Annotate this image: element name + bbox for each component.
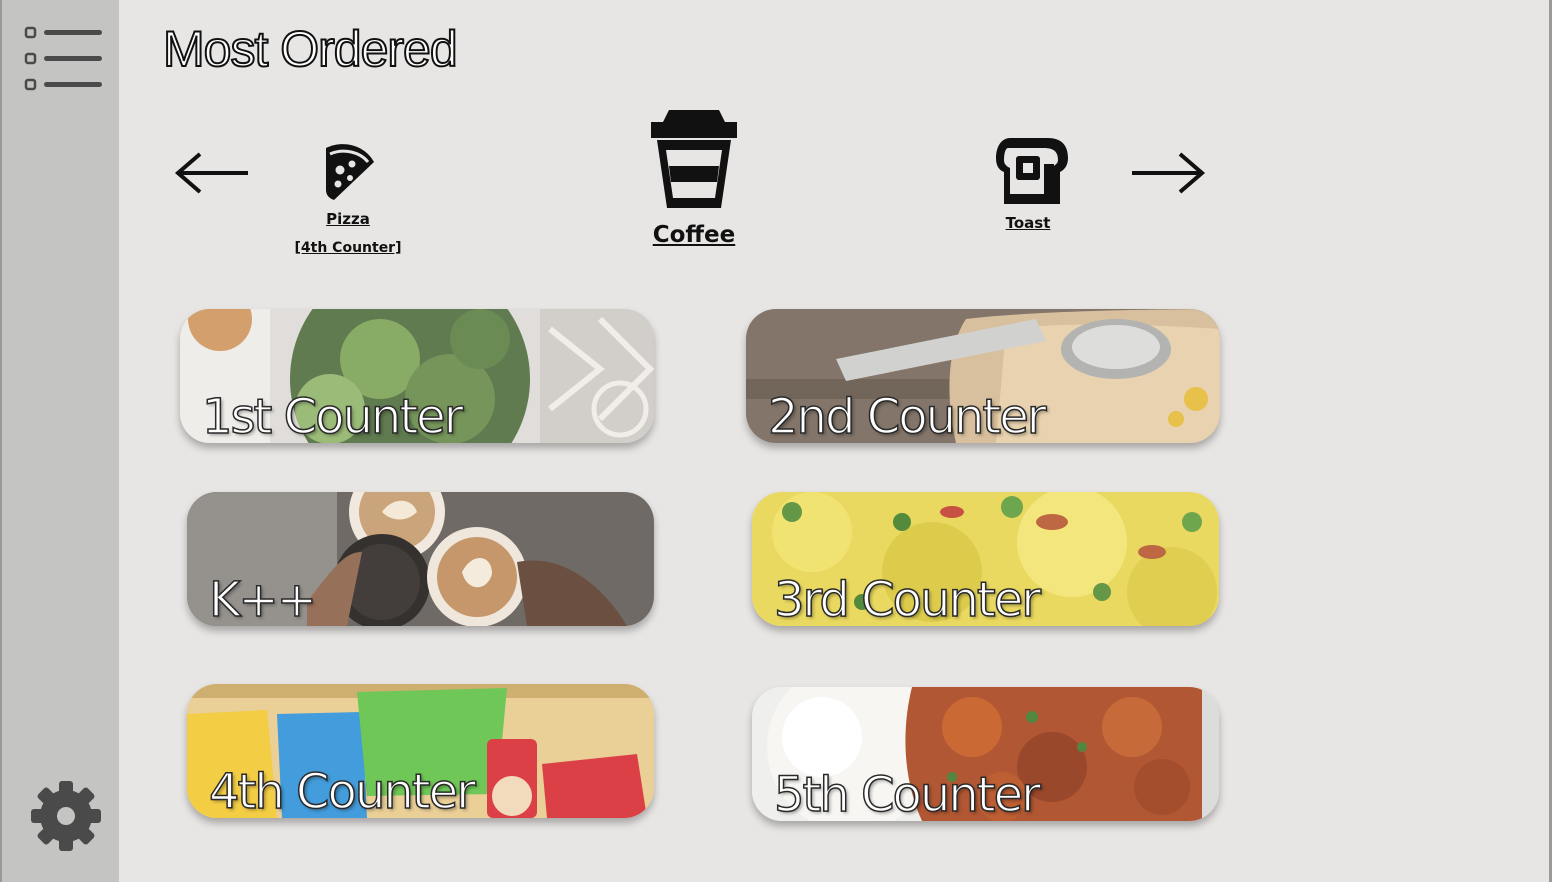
counter-label: 4th Counter: [208, 764, 476, 818]
counter-label: 2nd Counter: [767, 389, 1047, 443]
counter-label: 3rd Counter: [773, 572, 1041, 626]
counter-card-kpp[interactable]: K++: [187, 492, 654, 626]
category-pizza[interactable]: Pizza [4th Counter]: [290, 140, 406, 256]
counter-card-2nd[interactable]: 2nd Counter: [746, 309, 1220, 443]
category-coffee[interactable]: Coffee: [636, 108, 752, 248]
counter-card-1st[interactable]: 1st Counter: [180, 309, 654, 443]
pizza-icon: [326, 144, 374, 200]
app-frame: Most Ordered Pizza [4th Counter] Coffee: [0, 0, 1552, 882]
counter-label: 1st Counter: [201, 389, 464, 443]
counter-label: K++: [208, 572, 317, 626]
counter-card-3rd[interactable]: 3rd Counter: [752, 492, 1219, 626]
category-toast[interactable]: Toast: [980, 134, 1076, 232]
arrow-right-icon[interactable]: [1128, 148, 1208, 198]
gear-icon[interactable]: [30, 780, 102, 852]
toast-icon: [996, 138, 1068, 204]
list-menu-icon[interactable]: [24, 24, 104, 92]
coffee-cup-icon: [651, 110, 737, 208]
counter-card-5th[interactable]: 5th Counter: [752, 687, 1219, 821]
category-sublabel: [4th Counter]: [294, 240, 402, 256]
counter-card-4th[interactable]: 4th Counter: [187, 684, 654, 818]
category-label: Coffee: [652, 222, 736, 248]
category-label: Pizza: [326, 210, 370, 228]
arrow-left-icon[interactable]: [172, 148, 252, 198]
page-title: Most Ordered: [162, 21, 459, 78]
counter-label: 5th Counter: [773, 767, 1041, 821]
category-label: Toast: [1005, 214, 1051, 232]
sidebar: [0, 0, 119, 882]
